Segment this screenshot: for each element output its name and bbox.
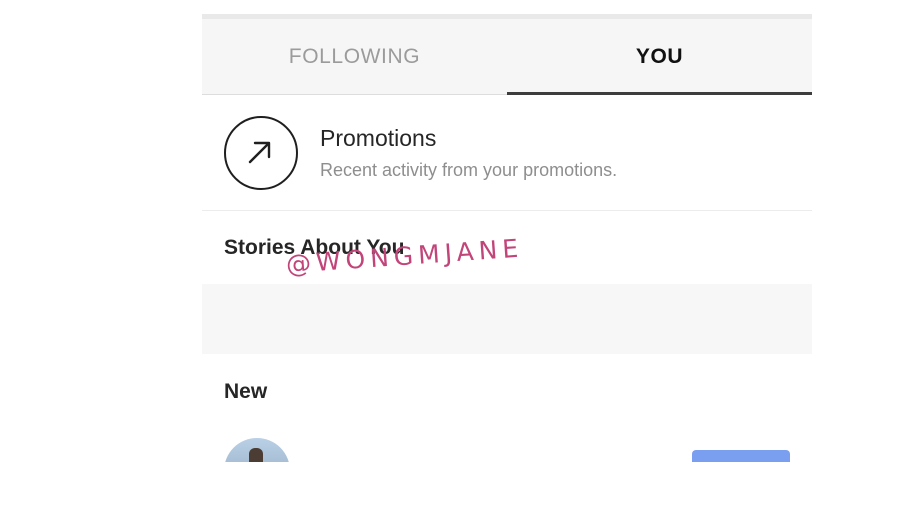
follow-button[interactable]: Follow (692, 450, 790, 462)
arrow-up-right-icon (224, 116, 298, 190)
stories-area (202, 284, 812, 354)
tab-following[interactable]: FOLLOWING (202, 19, 507, 94)
promotions-title: Promotions (320, 125, 437, 151)
avatar[interactable] (224, 438, 290, 462)
new-section-title: New (224, 380, 268, 403)
activity-tabs: FOLLOWING YOU (202, 19, 812, 95)
promotions-subtitle: Recent activity from your promotions. (320, 160, 618, 180)
avatar-figure (249, 448, 263, 462)
promotions-row[interactable]: Promotions Recent activity from your pro… (202, 95, 812, 211)
activity-screen: FOLLOWING YOU Promotions Recent activity… (202, 14, 812, 462)
tab-you[interactable]: YOU (507, 19, 812, 95)
